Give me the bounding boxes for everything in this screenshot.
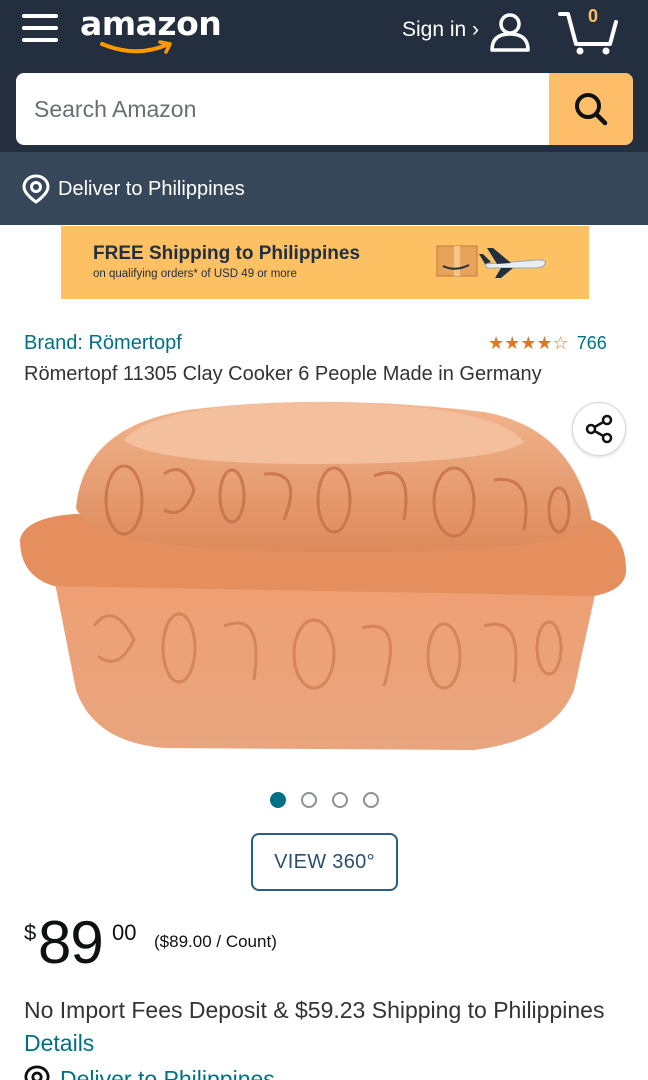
product-title: Römertopf 11305 Clay Cooker 6 People Mad… (24, 363, 542, 385)
menu-icon[interactable] (22, 12, 58, 46)
details-link[interactable]: Details (24, 1030, 94, 1056)
deliver-to-link[interactable]: Deliver to Philippines (24, 1064, 275, 1080)
unit-price: ($89.00 / Count) (154, 932, 277, 951)
deliver-to-bar[interactable]: Deliver to Philippines (0, 152, 648, 225)
sign-in-link[interactable]: Sign in › (402, 16, 479, 44)
rating-summary[interactable]: ★★★★☆ 766 (488, 332, 607, 354)
price-whole: 89 (38, 909, 104, 976)
share-button[interactable] (572, 402, 626, 456)
import-fees-text: No Import Fees Deposit & $59.23 Shipping… (24, 994, 634, 1060)
user-icon[interactable] (488, 10, 532, 54)
search-input[interactable] (16, 73, 549, 145)
search-bar (16, 73, 633, 145)
top-nav-bar: amazon Sign in › 0 (0, 0, 648, 152)
share-icon (585, 414, 613, 444)
import-fees-label: No Import Fees Deposit & $59.23 Shipping… (24, 997, 605, 1023)
carousel-dot-3[interactable] (332, 792, 348, 808)
logo-text: amazon (80, 4, 222, 43)
cart-button[interactable]: 0 (556, 4, 622, 56)
location-pin-icon (22, 174, 50, 204)
rating-count: 766 (576, 333, 607, 353)
plane-box-icon (436, 245, 546, 278)
clay-cooker-image[interactable] (14, 390, 634, 770)
deliver-to-bottom-label: Deliver to Philippines (60, 1066, 275, 1080)
image-carousel-dots (270, 792, 379, 808)
amazon-logo[interactable]: amazon (80, 4, 222, 56)
free-shipping-banner[interactable]: FREE Shipping to Philippines on qualifyi… (61, 226, 589, 299)
price-symbol: $ (24, 920, 37, 945)
banner-title: FREE Shipping to Philippines (93, 243, 361, 264)
search-button[interactable] (549, 73, 633, 145)
cart-count-badge: 0 (587, 6, 598, 26)
carousel-dot-4[interactable] (363, 792, 379, 808)
star-rating-icon: ★★★★☆ (488, 333, 569, 353)
search-icon (575, 93, 608, 126)
logo-smile-icon (100, 40, 172, 54)
brand-link[interactable]: Brand: Römertopf (24, 330, 182, 356)
banner-subtitle: on qualifying orders* of USD 49 or more (93, 268, 297, 280)
location-pin-icon (24, 1065, 50, 1080)
view-360-button[interactable]: VIEW 360° (251, 833, 398, 891)
carousel-dot-2[interactable] (301, 792, 317, 808)
deliver-to-label: Deliver to Philippines (58, 178, 245, 200)
price-fraction: 00 (112, 920, 137, 945)
carousel-dot-1[interactable] (270, 792, 286, 808)
